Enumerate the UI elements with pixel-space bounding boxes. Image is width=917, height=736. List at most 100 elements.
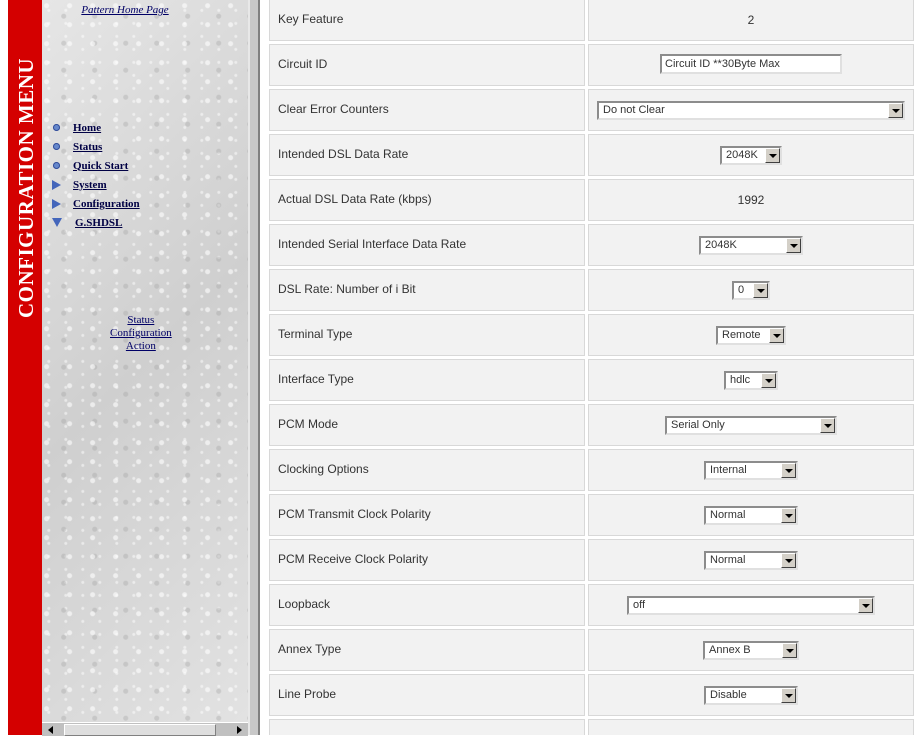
scroll-left-icon[interactable] (48, 726, 53, 734)
menu-item-label[interactable]: Quick Start (73, 160, 128, 172)
menu-item-label[interactable]: Configuration (73, 198, 140, 210)
select-value: Serial Only (671, 419, 725, 431)
terminal-type-select[interactable]: Remote (716, 325, 786, 345)
dropdown-arrow-icon[interactable] (781, 462, 796, 478)
menu-item-quick-start[interactable]: Quick Start (52, 156, 140, 175)
clear-error-counters-select[interactable]: Do not Clear (597, 100, 905, 120)
dropdown-arrow-icon[interactable] (761, 372, 776, 388)
dropdown-arrow-icon[interactable] (781, 507, 796, 523)
table-row: Terminal Type Remote (269, 314, 914, 356)
select-value: Normal (710, 509, 746, 521)
dropdown-arrow-icon[interactable] (820, 417, 835, 433)
field-label: PCM Transmit Clock Polarity (269, 494, 585, 536)
dropdown-arrow-icon[interactable] (858, 597, 873, 613)
select-value: Annex B (709, 644, 751, 656)
menu-title: CONFIGURATION MENU (14, 57, 38, 318)
horizontal-scrollbar[interactable] (42, 722, 248, 736)
field-label: Terminal Type (269, 314, 585, 356)
menu-item-label[interactable]: Home (73, 122, 101, 134)
circuit-id-input[interactable]: Circuit ID **30Byte Max (660, 53, 842, 74)
dropdown-arrow-icon[interactable] (765, 147, 780, 163)
dropdown-arrow-icon[interactable] (888, 102, 903, 118)
menu-item-label[interactable]: G.SHDSL (75, 217, 122, 229)
field-label: Intended Serial Interface Data Rate (269, 224, 585, 266)
table-row: Loopback off (269, 584, 914, 626)
table-row: Annex Type Annex B (269, 629, 914, 671)
table-row: Intended DSL Data Rate 2048K (269, 134, 914, 176)
dropdown-arrow-icon[interactable] (781, 552, 796, 568)
circle-bullet-icon (53, 162, 60, 169)
intended-dsl-rate-select[interactable]: 2048K (720, 145, 782, 165)
circle-bullet-icon (53, 143, 60, 150)
field-label: Clocking Options (269, 449, 585, 491)
clocking-options-select[interactable]: Internal (704, 460, 798, 480)
submenu-item-configuration[interactable]: Configuration (110, 327, 172, 340)
config-table: Key Feature 2 Circuit ID Circuit ID **30… (266, 0, 917, 735)
menu-item-configuration[interactable]: Configuration (52, 194, 140, 213)
menu-item-gshdsl[interactable]: G.SHDSL (52, 213, 140, 232)
select-value: Remote (722, 329, 761, 341)
field-label: Annex Type (269, 629, 585, 671)
frame-divider[interactable] (248, 0, 260, 735)
field-label: Interface Type (269, 359, 585, 401)
menu-item-label[interactable]: System (73, 179, 107, 191)
table-row: PCM Receive Clock Polarity Normal (269, 539, 914, 581)
field-label (269, 719, 585, 735)
field-label: Key Feature (269, 0, 585, 41)
pcm-receive-clock-polarity-select[interactable]: Normal (704, 550, 798, 570)
interface-type-select[interactable]: hdlc (724, 370, 778, 390)
triangle-down-icon (52, 218, 62, 227)
gshdsl-submenu: Status Configuration Action (110, 314, 172, 353)
intended-serial-rate-select[interactable]: 2048K (699, 235, 803, 255)
table-row: DSL Rate: Number of i Bit 0 (269, 269, 914, 311)
main-menu: Home Status Quick Start System Configura… (52, 118, 140, 232)
scroll-thumb[interactable] (64, 724, 216, 736)
dropdown-arrow-icon[interactable] (753, 282, 768, 298)
table-row: Key Feature 2 (269, 0, 914, 41)
table-row (269, 719, 914, 735)
menu-item-system[interactable]: System (52, 175, 140, 194)
dropdown-arrow-icon[interactable] (781, 687, 796, 703)
select-value: Normal (710, 554, 746, 566)
menu-background (42, 0, 248, 722)
select-value: 0 (738, 284, 745, 296)
actual-dsl-rate-value: 1992 (588, 179, 914, 221)
annex-type-select[interactable]: Annex B (703, 640, 799, 660)
select-value: Disable (710, 689, 747, 701)
table-row: Clear Error Counters Do not Clear (269, 89, 914, 131)
triangle-right-icon (52, 179, 61, 190)
field-label: Clear Error Counters (269, 89, 585, 131)
dropdown-arrow-icon[interactable] (769, 327, 784, 343)
home-page-link[interactable]: Pattern Home Page (50, 4, 200, 16)
loopback-select[interactable]: off (627, 595, 875, 615)
menu-item-home[interactable]: Home (52, 118, 140, 137)
table-row: PCM Transmit Clock Polarity Normal (269, 494, 914, 536)
menu-item-label[interactable]: Status (73, 141, 102, 153)
table-row: Actual DSL Data Rate (kbps) 1992 (269, 179, 914, 221)
field-label: Loopback (269, 584, 585, 626)
line-probe-select[interactable]: Disable (704, 685, 798, 705)
table-row: Intended Serial Interface Data Rate 2048… (269, 224, 914, 266)
field-label: PCM Mode (269, 404, 585, 446)
circle-bullet-icon (53, 124, 60, 131)
menu-item-status[interactable]: Status (52, 137, 140, 156)
select-value: Internal (710, 464, 747, 476)
submenu-item-action[interactable]: Action (110, 340, 172, 353)
dropdown-arrow-icon[interactable] (782, 642, 797, 658)
field-label: Intended DSL Data Rate (269, 134, 585, 176)
dropdown-arrow-icon[interactable] (786, 237, 801, 253)
dsl-rate-i-bit-select[interactable]: 0 (732, 280, 770, 300)
field-label: Actual DSL Data Rate (kbps) (269, 179, 585, 221)
select-value: hdlc (730, 374, 751, 386)
pcm-mode-select[interactable]: Serial Only (665, 415, 837, 435)
table-row: Circuit ID Circuit ID **30Byte Max (269, 44, 914, 86)
submenu-item-status[interactable]: Status (110, 314, 172, 327)
triangle-right-icon (52, 198, 61, 209)
menu-frame: CONFIGURATION MENU Pattern Home Page Hom… (0, 0, 260, 736)
table-row: Clocking Options Internal (269, 449, 914, 491)
pcm-transmit-clock-polarity-select[interactable]: Normal (704, 505, 798, 525)
menu-title-bar: CONFIGURATION MENU (8, 0, 42, 735)
scroll-right-icon[interactable] (237, 726, 242, 734)
field-label: Circuit ID (269, 44, 585, 86)
config-panel: Key Feature 2 Circuit ID Circuit ID **30… (260, 0, 917, 735)
